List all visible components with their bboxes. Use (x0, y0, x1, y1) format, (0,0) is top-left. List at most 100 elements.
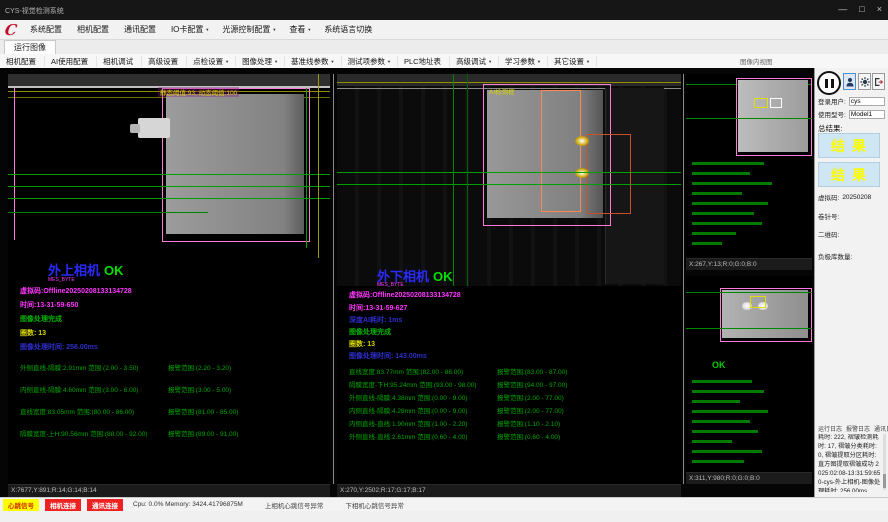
menu-item-comm-config[interactable]: 通讯配置 (124, 24, 158, 35)
toolbar-plc-address[interactable]: PLC地址表 (398, 56, 450, 67)
pixel-coordinate-readout: X:267,Y:13;R:0;G:0;B:0 (686, 258, 812, 270)
toolbar-other-settings[interactable]: 其它设置▼ (548, 56, 597, 67)
ai-time-line: 深度AI耗时: 1ms (349, 315, 402, 325)
measure-row: 隔膜宽度-上H:90.56mm 范围:(88.00 - 92.00)报警范围:(… (8, 428, 330, 438)
statusbar: 心跳信号 相机连接 通讯连接 Cpu: 0.0% Memory: 3424.41… (0, 497, 888, 511)
cpu-memory-readout: Cpu: 0.0% Memory: 3424.41796875M (133, 501, 243, 508)
tab-alarm-log[interactable]: 报警日志 (846, 424, 870, 433)
ai-detect-label: AI检测框 (489, 86, 515, 96)
pixel-coordinate-readout: X:7677,Y:891;R:14;G:14;B:14 (8, 484, 330, 497)
maximize-icon[interactable]: □ (859, 4, 864, 14)
measure-row: 外侧直线-隔膜:4.38mm 范围:(0.00 - 9.00)报警范围:(2.0… (337, 392, 681, 402)
comm-connection-badge: 通讯连接 (87, 499, 123, 511)
needle-number-row: 卷针号: (818, 211, 842, 221)
proc-time-line: 图像处理时间: 256.00ms (20, 342, 98, 352)
ai-roi-rectangle-2 (587, 134, 631, 214)
toolbar-advanced-settings[interactable]: 高级设置 (142, 56, 187, 67)
measure-row: 内侧直线-直线:1.90mm 范围:(1.00 - 2.20)报警范围:(1.1… (337, 418, 681, 428)
result-box-2: 结果 (818, 162, 880, 187)
toolbar-camera-debug[interactable]: 相机调试 (97, 56, 142, 67)
roi-rectangle (162, 88, 310, 242)
camera-view-small-top[interactable] (686, 74, 812, 258)
barcode-line: 虚拟码:Offline20250208133134728 (349, 290, 461, 300)
ok-status: OK (104, 263, 124, 278)
settings-button[interactable] (858, 73, 871, 90)
logout-icon (874, 77, 884, 87)
count-line: 圈数: 13 (20, 328, 46, 338)
pause-icon (831, 79, 834, 88)
proc-time-line: 图像处理时间: 143.00ms (349, 351, 427, 361)
camera-connection-badge: 相机连接 (45, 499, 81, 511)
result-box-1: 结果 (818, 133, 880, 158)
menu-item-system-config[interactable]: 系统配置 (30, 24, 64, 35)
heartbeat-status-badge: 心跳信号 (3, 499, 39, 511)
threshold-label: 静态阈值:93, 动态阈值:100 (158, 87, 239, 97)
toolbar-advanced-debug[interactable]: 高级调试▼ (450, 56, 499, 67)
measure-row: 内侧直线-隔膜:4.60mm 范围:(3.00 - 6.00)报警范围:(3.0… (8, 384, 330, 394)
ok-status: OK (712, 360, 726, 370)
time-line: 时间:13-31-59-650 (20, 300, 78, 310)
menu-item-camera-config[interactable]: 相机配置 (77, 24, 111, 35)
gear-icon (860, 77, 870, 87)
virtual-code-row: 虚拟码: 20250208 (818, 192, 871, 202)
close-icon[interactable]: × (877, 4, 882, 14)
toolbar: 相机配置 AI使用配置 相机调试 高级设置 点检设置▼ 图像处理▼ 基准线参数▼… (0, 54, 888, 69)
tabbar: 运行图像 (0, 40, 888, 55)
tab-run-image[interactable]: 运行图像 (4, 40, 56, 54)
app-logo-icon: C (4, 23, 18, 37)
measure-row: 直线宽度:83.05mm 范围:(80.00 - 86.00)报警范围:(81.… (8, 406, 330, 416)
camera-view-lower-outer[interactable]: AI检测框 外下相机OK MES_BYTE 虚拟码:Offline2025020… (337, 74, 681, 484)
model-input[interactable] (849, 110, 885, 119)
titlebar: CYS-视觉检测系统 — □ × (0, 0, 888, 20)
upper-camera-heartbeat-msg: 上相机心跳信号异常 (265, 500, 324, 510)
ok-status: OK (433, 269, 453, 284)
camera-view-upper-outer[interactable]: 静态阈值:93, 动态阈值:100 外上相机OK MES_BYTE 虚拟码:Of… (8, 74, 330, 484)
qr-code-row: 二维码: (818, 229, 842, 239)
menu-item-language-switch[interactable]: 系统语言切换 (324, 24, 374, 35)
measure-row: 内侧直线-隔膜:4.28mm 范围:(0.00 - 9.00)报警范围:(2.0… (337, 405, 681, 415)
login-user-input[interactable] (849, 97, 885, 106)
camera-view-small-bottom[interactable]: OK (686, 276, 812, 472)
application-window: CYS-视觉检测系统 — □ × C 系统配置 相机配置 通讯配置 IO卡配置▼… (0, 0, 888, 522)
toolbar-camera-config[interactable]: 相机配置 (0, 56, 45, 67)
logout-button[interactable] (872, 73, 885, 90)
mes-label: MES_BYTE (377, 282, 404, 288)
done-line: 图像处理完成 (20, 314, 62, 324)
menu-item-view[interactable]: 查看▼ (289, 24, 311, 35)
view-divider-1 (333, 74, 334, 484)
count-line: 圈数: 13 (349, 339, 375, 349)
toolbar-test-params[interactable]: 测试项参数▼ (342, 56, 398, 67)
tab-comm-log[interactable]: 通讯日志 (874, 424, 888, 433)
model-row: 使用型号: (818, 109, 885, 119)
pixel-coordinate-readout: X:270,Y:2502;R:17;G:17;B:17 (337, 484, 681, 497)
inner-view-label: 图像内视图 (740, 56, 773, 66)
tab-run-log[interactable]: 运行日志 (818, 424, 842, 433)
barcode-line: 虚拟码:Offline20250208133134728 (20, 286, 132, 296)
login-user-label: 登录用户: (818, 96, 846, 106)
measure-row: 外侧直线-直线:2.61mm 范围:(0.60 - 4.00)报警范围:(0.6… (337, 431, 681, 441)
menu-item-light-config[interactable]: 光源控制配置▼ (222, 24, 276, 35)
toolbar-learning-params[interactable]: 学习参数▼ (499, 56, 548, 67)
measure-row: 直线宽度:83.77mm 范围:(82.00 - 88.00)报警范围:(83.… (337, 366, 681, 376)
toolbar-image-processing[interactable]: 图像处理▼ (236, 56, 285, 67)
done-line: 图像处理完成 (349, 327, 391, 337)
log-scrollbar[interactable] (883, 434, 886, 490)
toolbar-spot-check[interactable]: 点检设置▼ (187, 56, 236, 67)
ai-roi-rectangle (541, 90, 581, 212)
pause-button[interactable] (817, 71, 841, 95)
user-button[interactable] (843, 73, 856, 90)
window-controls: — □ × (838, 4, 882, 14)
user-icon (845, 77, 855, 87)
anode-count-row: 负极库数量: (818, 251, 855, 261)
mes-label: MES_BYTE (48, 277, 75, 283)
pixel-coordinate-readout: X:311,Y:980;R:0;G:0;B:0 (686, 472, 812, 484)
toolbar-ai-usage-config[interactable]: AI使用配置 (45, 56, 97, 67)
menu-item-io-config[interactable]: IO卡配置▼ (171, 24, 209, 35)
toolbar-baseline-params[interactable]: 基准线参数▼ (285, 56, 341, 67)
model-label: 使用型号: (818, 109, 846, 119)
scrollbar-thumb[interactable] (883, 474, 886, 488)
minimize-icon[interactable]: — (838, 4, 847, 14)
view-divider-2 (683, 74, 684, 484)
lower-camera-heartbeat-msg: 下相机心跳信号异常 (345, 500, 404, 510)
menubar: C 系统配置 相机配置 通讯配置 IO卡配置▼ 光源控制配置▼ 查看▼ 系统语言… (0, 20, 888, 40)
